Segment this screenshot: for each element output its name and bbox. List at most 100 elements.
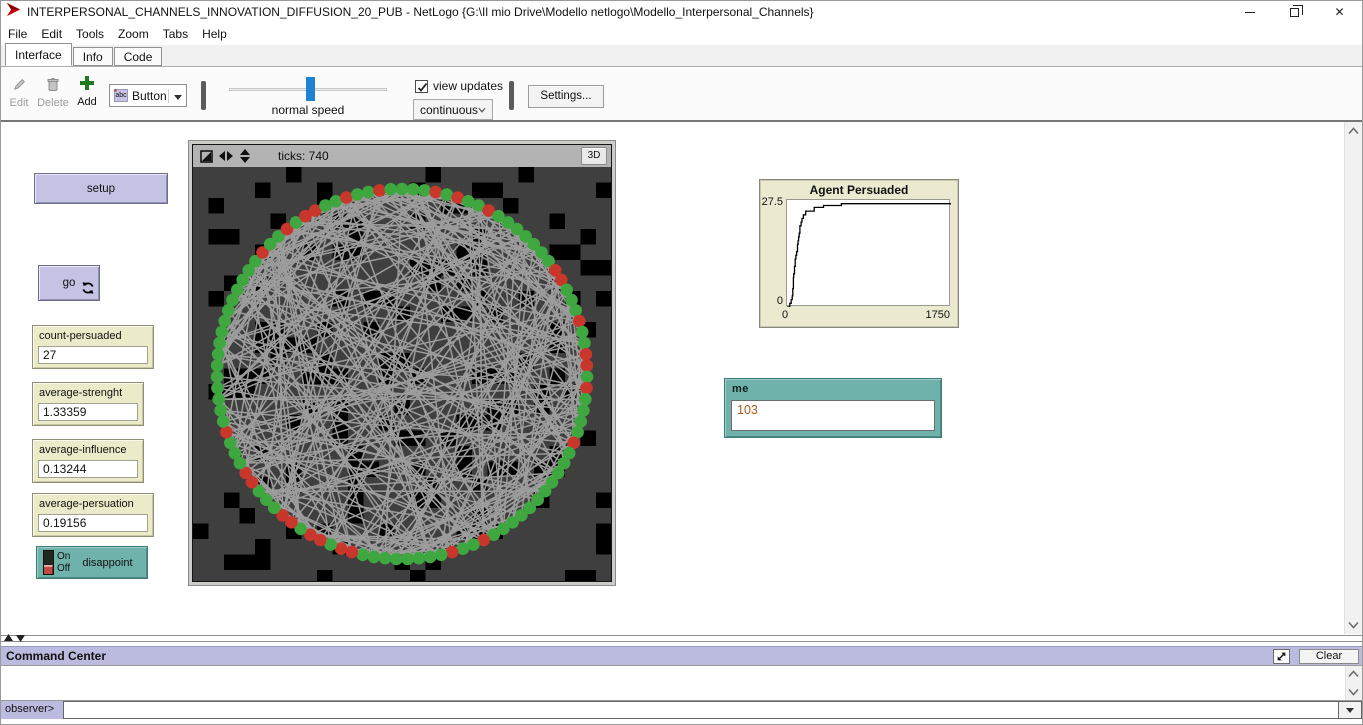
plot-pen-path — [787, 204, 951, 307]
window-title: INTERPERSONAL_CHANNELS_INNOVATION_DIFFUS… — [27, 5, 814, 19]
monitor-value: 1.33359 — [38, 403, 138, 421]
plot-ymax-label: 27.5 — [760, 196, 783, 208]
chevron-down-icon — [478, 107, 486, 113]
splitter-down-icon[interactable] — [16, 634, 25, 642]
monitor-value: 0.19156 — [38, 514, 148, 532]
chevron-down-icon — [168, 89, 182, 103]
monitor-average-persuation: average-persuation 0.19156 — [32, 493, 154, 537]
monitor-average-influence: average-influence 0.13244 — [32, 439, 144, 483]
observer-prompt: observer> — [1, 701, 63, 719]
view-mode-icon[interactable] — [200, 150, 213, 163]
menu-edit[interactable]: Edit — [34, 24, 69, 44]
main-vertical-scrollbar[interactable] — [1344, 122, 1362, 634]
disappoint-switch[interactable]: On Off disappoint — [36, 546, 148, 579]
netlogo-window: INTERPERSONAL_CHANNELS_INNOVATION_DIFFUS… — [0, 0, 1363, 725]
me-input-value[interactable]: 103 — [731, 400, 935, 431]
delete-widget-button[interactable]: Delete — [35, 77, 71, 109]
world-canvas[interactable] — [193, 167, 611, 581]
netlogo-logo-icon — [6, 2, 21, 22]
window-bottom-edge — [1, 719, 1362, 725]
chevron-down-icon — [1346, 708, 1354, 713]
title-bar: INTERPERSONAL_CHANNELS_INNOVATION_DIFFUS… — [1, 1, 1362, 23]
monitor-average-strenght: average-strenght 1.33359 — [32, 382, 144, 426]
plot-title: Agent Persuaded — [760, 183, 958, 197]
settings-button[interactable]: Settings... — [528, 85, 604, 108]
monitor-value: 0.13244 — [38, 460, 138, 478]
command-center-expand-button[interactable] — [1273, 649, 1290, 664]
restore-button[interactable] — [1272, 1, 1317, 23]
input-label: me — [725, 379, 941, 395]
menu-tabs[interactable]: Tabs — [156, 24, 195, 44]
view-updates-checkbox[interactable] — [415, 80, 428, 93]
agent-persuaded-plot: Agent Persuaded 27.5 0 0 1750 — [759, 179, 959, 328]
speed-slider-handle[interactable] — [306, 77, 315, 101]
switch-on-label: On — [57, 551, 70, 563]
monitor-value: 27 — [38, 346, 148, 364]
trash-icon — [46, 77, 60, 92]
widget-type-value: Button — [132, 89, 167, 103]
scroll-up-icon — [1348, 670, 1359, 678]
scroll-up-icon — [1348, 127, 1359, 135]
add-widget-button[interactable]: Add — [73, 75, 101, 108]
interface-canvas: setup go count-persuaded 27 average-stre… — [1, 122, 1362, 634]
pencil-icon — [12, 77, 27, 92]
toolbar-separator — [201, 81, 206, 110]
edit-widget-button[interactable]: Edit — [5, 77, 33, 109]
menu-file[interactable]: File — [1, 24, 34, 44]
world-view-widget: ticks: 740 3D — [188, 140, 616, 586]
tab-code[interactable]: Code — [114, 47, 163, 66]
output-vertical-scrollbar[interactable] — [1345, 666, 1362, 700]
view-header: ticks: 740 3D — [193, 145, 611, 167]
command-center-header: Command Center Clear — [1, 646, 1362, 665]
command-center-title: Command Center — [6, 649, 106, 663]
close-button[interactable]: ✕ — [1317, 1, 1362, 23]
forever-icon — [82, 282, 94, 294]
check-icon — [416, 81, 429, 94]
abc-button-icon: *abc — [114, 89, 128, 102]
monitor-count-persuaded: count-persuaded 27 — [32, 325, 154, 369]
plot-xmin-label: 0 — [782, 309, 788, 321]
switch-name: disappoint — [82, 557, 132, 569]
menu-tools[interactable]: Tools — [69, 24, 111, 44]
plot-area — [786, 199, 950, 306]
horizontal-resize-icon[interactable] — [219, 150, 233, 162]
clear-button[interactable]: Clear — [1299, 649, 1359, 664]
plus-icon — [79, 75, 95, 91]
update-mode-dropdown[interactable]: continuous — [413, 99, 493, 120]
menu-bar: File Edit Tools Zoom Tabs Help — [1, 23, 1362, 45]
tab-interface[interactable]: Interface — [5, 43, 72, 66]
view-updates-label: view updates — [433, 79, 503, 93]
go-button[interactable]: go — [38, 265, 100, 301]
interface-toolbar: Edit Delete Add *abc Button normal speed… — [1, 68, 1362, 122]
setup-button[interactable]: setup — [34, 173, 168, 204]
command-input[interactable] — [63, 701, 1339, 719]
me-input-widget: me 103 — [724, 378, 942, 438]
switch-off-label: Off — [57, 563, 70, 575]
widget-type-chooser[interactable]: *abc Button — [109, 84, 187, 107]
menu-zoom[interactable]: Zoom — [111, 24, 156, 44]
command-center-splitter[interactable] — [1, 634, 1362, 646]
toolbar-separator — [509, 81, 514, 110]
minimize-icon — [1245, 12, 1255, 13]
splitter-up-icon[interactable] — [4, 634, 13, 642]
plot-ymin-label: 0 — [760, 295, 783, 307]
vertical-resize-icon[interactable] — [239, 149, 251, 163]
tab-info[interactable]: Info — [73, 47, 113, 66]
command-history-dropdown[interactable] — [1339, 701, 1362, 719]
plot-xmax-label: 1750 — [926, 309, 950, 321]
minimize-button[interactable] — [1227, 1, 1272, 23]
3d-button[interactable]: 3D — [581, 147, 607, 165]
scroll-down-icon — [1348, 688, 1359, 696]
scroll-down-icon — [1348, 621, 1359, 629]
command-line-row: observer> — [1, 701, 1362, 719]
speed-slider-label: normal speed — [234, 103, 382, 117]
close-icon: ✕ — [1334, 5, 1344, 19]
restore-icon — [1290, 8, 1299, 17]
expand-icon — [1276, 651, 1287, 662]
command-center-output — [1, 665, 1362, 701]
update-mode-value: continuous — [420, 103, 478, 117]
switch-toggle-icon[interactable] — [43, 550, 54, 575]
menu-help[interactable]: Help — [195, 24, 234, 44]
tab-strip: Interface Info Code — [1, 45, 1362, 67]
ticks-counter: ticks: 740 — [278, 149, 329, 163]
